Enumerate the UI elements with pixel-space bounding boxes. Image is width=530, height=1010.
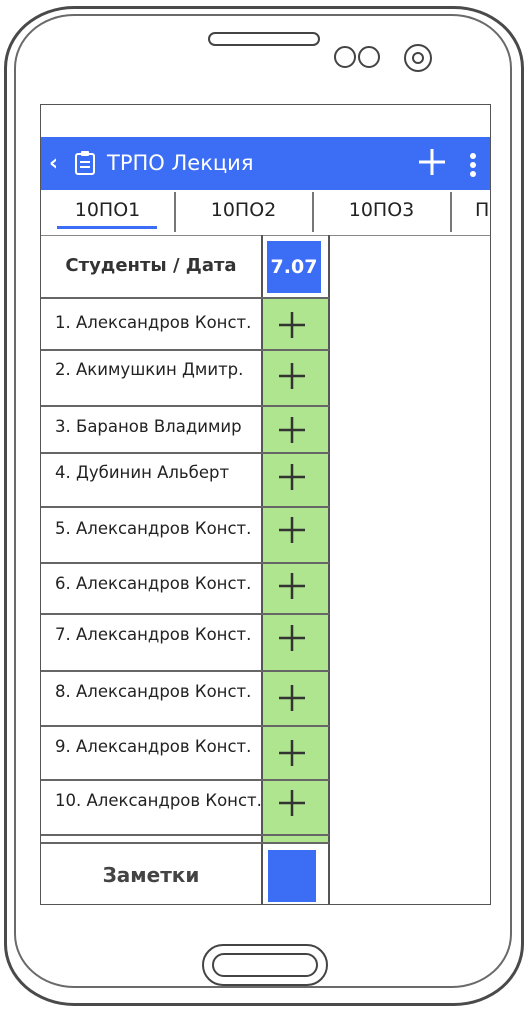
attendance-plus-icon[interactable] — [277, 683, 307, 713]
attendance-plus-icon[interactable] — [277, 623, 307, 653]
speaker-grille — [208, 32, 320, 46]
attendance-plus-icon[interactable] — [277, 571, 307, 601]
student-name: Александров Конст. — [76, 625, 252, 644]
student-row-1: 1. Александров Конст. — [55, 313, 251, 332]
more-vertical-icon[interactable] — [469, 151, 477, 179]
attendance-plus-icon[interactable] — [277, 415, 307, 445]
student-name: Дубинин Альберт — [76, 463, 230, 482]
row-divider — [41, 834, 329, 836]
column-divider — [328, 235, 330, 904]
attendance-plus-icon[interactable] — [277, 462, 307, 492]
student-name: Александров Конст. — [76, 313, 252, 332]
student-row-8: 8. Александров Конст. — [55, 682, 251, 701]
attendance-plus-icon[interactable] — [277, 515, 307, 545]
sensor-icon — [334, 46, 356, 68]
row-divider — [41, 405, 329, 407]
row-divider — [41, 779, 329, 781]
attendance-plus-icon[interactable] — [277, 788, 307, 818]
student-name: Александров Конст. — [76, 519, 252, 538]
app-bar: ‹ ТРПО Лекция — [41, 137, 490, 190]
student-number: 8. — [55, 682, 71, 701]
notes-button[interactable] — [268, 850, 316, 902]
student-row-10: 10. Александров Конст. — [55, 791, 262, 810]
row-divider — [41, 670, 329, 672]
student-row-5: 5. Александров Конст. — [55, 519, 251, 538]
student-number: 1. — [55, 313, 71, 332]
app-title: ТРПО Лекция — [107, 151, 254, 175]
students-date-header: Студенты / Дата — [65, 255, 237, 276]
date-header[interactable]: 7.07 — [267, 241, 321, 293]
student-number: 3. — [55, 417, 71, 436]
notes-label: Заметки — [102, 863, 200, 887]
row-divider — [41, 842, 329, 844]
student-name: Александров Конст. — [76, 682, 252, 701]
student-number: 2. — [55, 360, 71, 379]
student-name: Александров Конст. — [86, 791, 262, 810]
row-divider — [41, 562, 329, 564]
student-number: 9. — [55, 737, 71, 756]
student-row-9: 9. Александров Конст. — [55, 737, 251, 756]
row-divider — [41, 613, 329, 615]
student-row-7: 7. Александров Конст. — [55, 625, 251, 644]
tab-10po3[interactable]: 10ПО3 — [313, 190, 450, 235]
row-divider — [41, 506, 329, 508]
student-number: 7. — [55, 625, 71, 644]
attendance-plus-icon[interactable] — [277, 738, 307, 768]
student-row-6: 6. Александров Конст. — [55, 574, 251, 593]
student-number: 10. — [55, 791, 82, 810]
add-icon[interactable] — [417, 147, 447, 177]
home-button[interactable] — [202, 944, 328, 986]
student-number: 4. — [55, 463, 71, 482]
active-tab-indicator — [57, 226, 157, 229]
tab-divider — [450, 192, 452, 232]
attendance-plus-icon[interactable] — [277, 310, 307, 340]
row-divider — [41, 452, 329, 454]
student-row-2: 2. Акимушкин Дмитр. — [55, 360, 243, 379]
tab-10po2[interactable]: 10ПО2 — [175, 190, 312, 235]
row-divider — [41, 297, 329, 299]
student-number: 6. — [55, 574, 71, 593]
row-divider — [41, 725, 329, 727]
student-name: Александров Конст. — [76, 737, 252, 756]
tab-next[interactable]: П — [475, 190, 490, 235]
student-row-3: 3. Баранов Владимир — [55, 417, 242, 436]
row-divider — [41, 349, 329, 351]
camera-icon — [404, 44, 432, 72]
sensor-icon — [358, 46, 380, 68]
screen: ‹ ТРПО Лекция 10ПО1 10ПО2 10ПО3 П Студен… — [40, 104, 491, 905]
student-name: Баранов Владимир — [76, 417, 242, 436]
student-number: 5. — [55, 519, 71, 538]
clipboard-icon — [75, 151, 95, 175]
group-tabs: 10ПО1 10ПО2 10ПО3 П — [41, 190, 490, 236]
student-row-4: 4. Дубинин Альберт — [55, 463, 229, 482]
student-name: Александров Конст. — [76, 574, 252, 593]
attendance-plus-icon[interactable] — [277, 361, 307, 391]
student-name: Акимушкин Дмитр. — [76, 360, 244, 379]
back-icon[interactable]: ‹ — [49, 152, 69, 176]
